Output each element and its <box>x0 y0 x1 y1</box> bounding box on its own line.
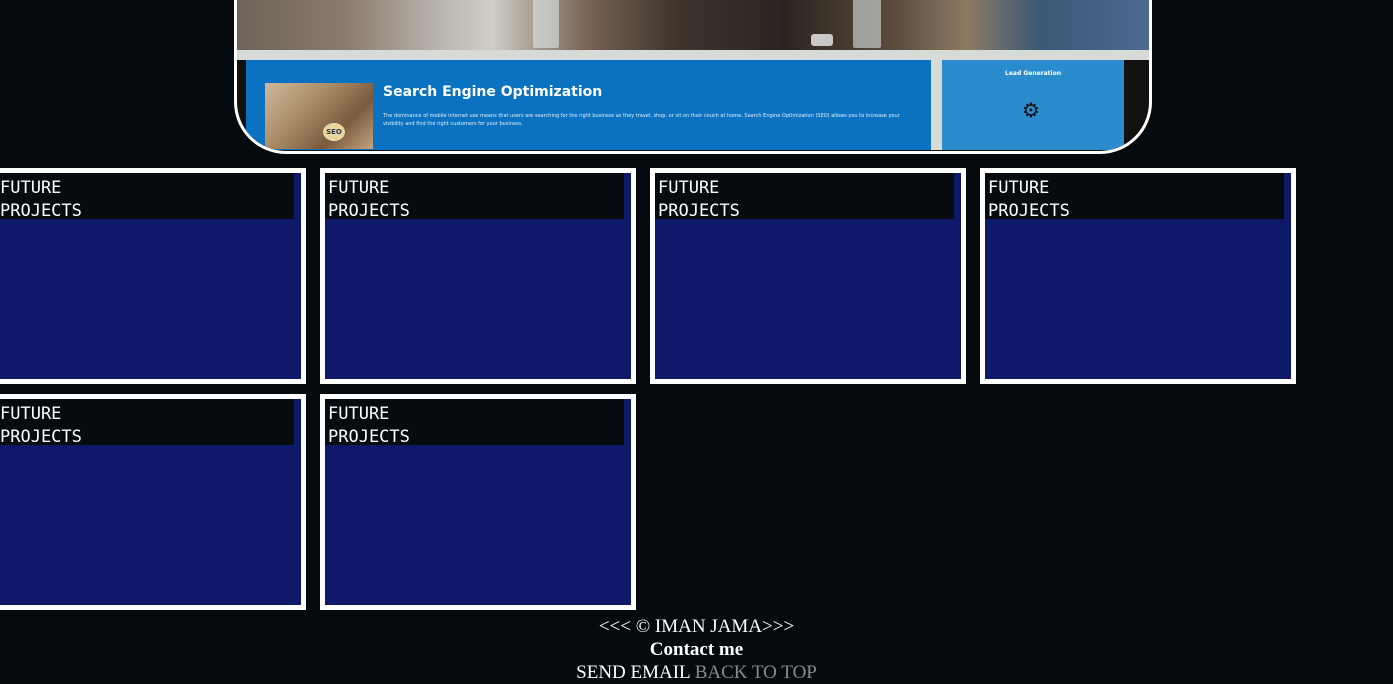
project-card[interactable]: FUTURE PROJECTS <box>320 168 636 384</box>
hero-image: SEO Search Engine Optimization The domin… <box>234 0 1152 154</box>
project-card-header: FUTURE PROJECTS <box>0 399 296 447</box>
project-card-title: FUTURE PROJECTS <box>328 404 410 447</box>
project-card-title: FUTURE PROJECTS <box>0 178 82 221</box>
wristwatch-image <box>811 34 833 46</box>
project-card-header: FUTURE PROJECTS <box>325 399 626 447</box>
project-card[interactable]: FUTURE PROJECTS <box>650 168 966 384</box>
lead-title: Lead Generation <box>1005 70 1061 77</box>
gear-bulb-icon: ⚙ <box>1022 98 1040 122</box>
project-card-header: FUTURE PROJECTS <box>0 173 296 221</box>
back-to-top-link[interactable]: BACK TO TOP <box>695 662 817 683</box>
footer-links: SEND EMAIL BACK TO TOP <box>0 661 1393 684</box>
water-glass-image <box>533 0 559 48</box>
hero-divider <box>237 50 1149 60</box>
seo-panel: SEO Search Engine Optimization The domin… <box>246 60 931 150</box>
project-card-header: FUTURE PROJECTS <box>655 173 956 221</box>
project-card[interactable]: FUTURE PROJECTS <box>320 394 636 610</box>
seo-thumbnail: SEO <box>265 83 373 149</box>
copyright-text: <<< © IMAN JAMA>>> <box>598 616 795 637</box>
lead-generation-panel: Lead Generation ⚙ <box>942 60 1124 150</box>
project-card-header: FUTURE PROJECTS <box>325 173 626 221</box>
meeting-photo <box>237 0 1149 50</box>
seo-badge: SEO <box>323 123 345 141</box>
water-glass-image <box>853 0 881 48</box>
footer: <<< © IMAN JAMA>>> Contact me SEND EMAIL… <box>0 615 1393 684</box>
send-email-link[interactable]: SEND EMAIL <box>576 662 690 683</box>
seo-description: The dominance of mobile internet use mea… <box>383 113 900 127</box>
seo-title: Search Engine Optimization <box>383 84 603 100</box>
project-card[interactable]: FUTURE PROJECTS <box>0 168 306 384</box>
contact-heading: Contact me <box>649 639 744 660</box>
project-card-header: FUTURE PROJECTS <box>985 173 1286 221</box>
project-card-title: FUTURE PROJECTS <box>988 178 1070 221</box>
project-card-title: FUTURE PROJECTS <box>328 178 410 221</box>
project-card[interactable]: FUTURE PROJECTS <box>0 394 306 610</box>
project-card[interactable]: FUTURE PROJECTS <box>980 168 1296 384</box>
project-card-title: FUTURE PROJECTS <box>0 404 82 447</box>
project-card-title: FUTURE PROJECTS <box>658 178 740 221</box>
